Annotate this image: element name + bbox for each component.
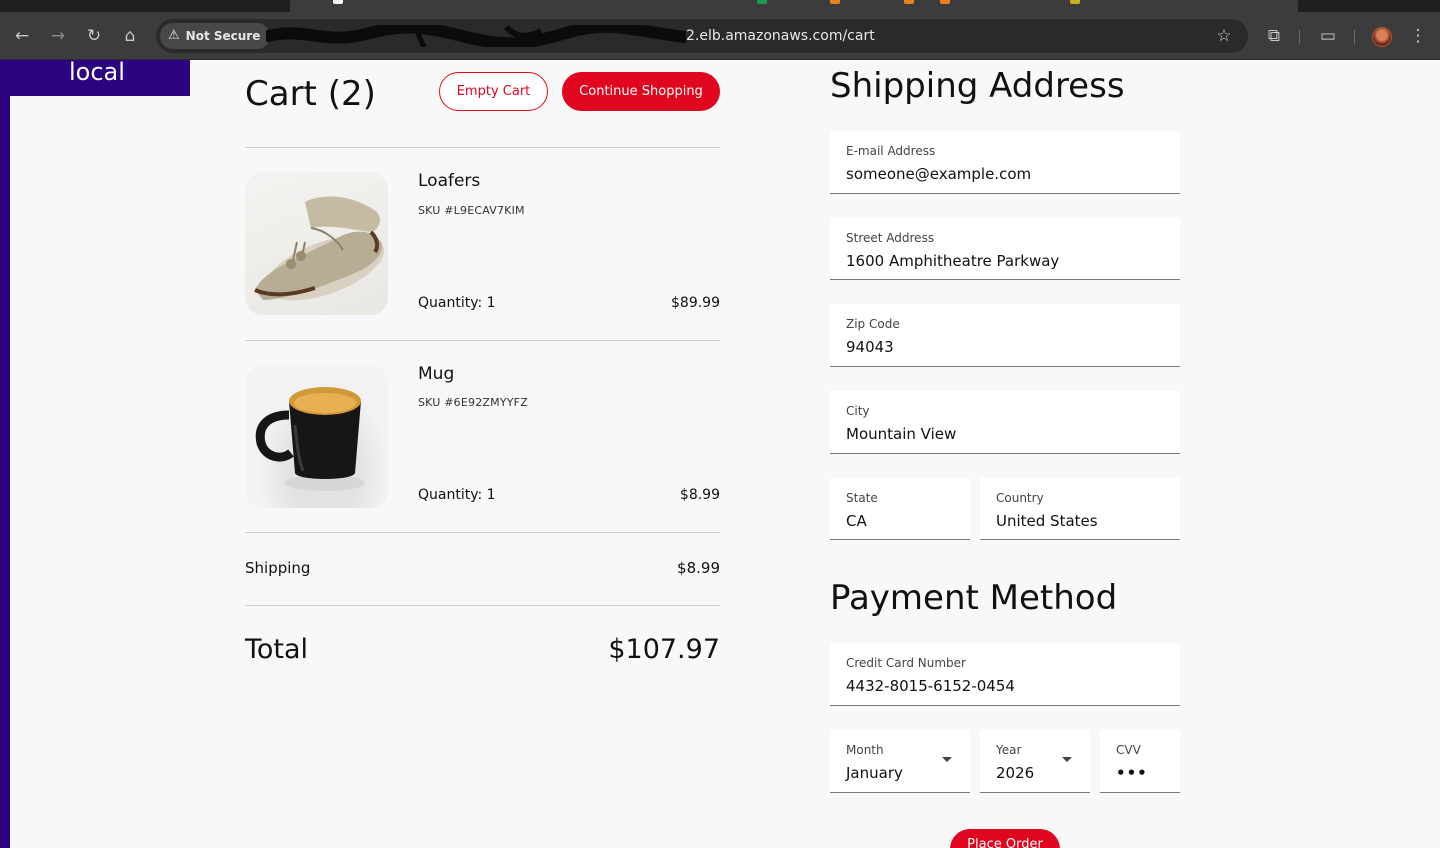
credit-card-field[interactable]: Credit Card Number 4432-8015-6152-0454 [830, 643, 1180, 706]
extensions-icon[interactable]: ⧉ [1260, 22, 1288, 50]
item-price: $89.99 [671, 295, 720, 311]
home-icon[interactable]: ⌂ [116, 22, 144, 50]
star-icon[interactable]: ☆ [1210, 22, 1238, 50]
tab-favicon-icon[interactable] [333, 0, 343, 4]
env-badge: local [0, 60, 190, 96]
month-select[interactable]: Month January [830, 730, 970, 793]
forward-icon[interactable]: → [44, 22, 72, 50]
year-select[interactable]: Year 2026 [980, 730, 1090, 793]
item-sku: SKU #L9ECAV7KIM [418, 204, 525, 217]
browser-toolbar: ← → ↻ ⌂ ⚠ Not Secure 2.elb.amazonaws.com… [0, 12, 1440, 60]
divider [245, 605, 720, 606]
active-tab[interactable] [290, 0, 1298, 12]
tab-strip [0, 0, 1440, 12]
city-value[interactable]: Mountain View [846, 425, 956, 443]
mug-icon [255, 387, 365, 491]
total-value: $107.97 [608, 634, 720, 665]
state-field[interactable]: State CA [830, 478, 970, 540]
toolbar-divider [1299, 30, 1300, 44]
total-label: Total [245, 634, 309, 665]
item-sku: SKU #6E92ZMYYFZ [418, 396, 528, 409]
email-label: E-mail Address [846, 144, 936, 158]
empty-cart-button[interactable]: Empty Cart [439, 72, 548, 111]
divider [245, 147, 720, 148]
street-address-field[interactable]: Street Address 1600 Amphitheatre Parkway [830, 218, 1180, 280]
back-icon[interactable]: ← [8, 22, 36, 50]
cvv-value[interactable]: ••• [1116, 764, 1148, 782]
year-label: Year [996, 743, 1022, 757]
security-label: Not Secure [185, 29, 261, 43]
card-value[interactable]: 4432-8015-6152-0454 [846, 677, 1015, 695]
tab-favicon-icon[interactable] [1070, 0, 1080, 4]
city-field[interactable]: City Mountain View [830, 391, 1180, 454]
loafers-image[interactable] [245, 172, 388, 315]
card-label: Credit Card Number [846, 656, 966, 670]
payment-method-title: Payment Method [830, 578, 1118, 618]
continue-shopping-button[interactable]: Continue Shopping [562, 72, 720, 111]
email-value[interactable]: someone@example.com [846, 165, 1031, 183]
address-bar[interactable]: ⚠ Not Secure 2.elb.amazonaws.com/cart ☆ [156, 19, 1248, 53]
item-price: $8.99 [679, 487, 720, 503]
chevron-down-icon[interactable] [1062, 757, 1072, 762]
country-field[interactable]: Country United States [980, 478, 1180, 540]
state-value[interactable]: CA [846, 512, 867, 530]
avatar[interactable] [1372, 27, 1392, 47]
month-value[interactable]: January [846, 764, 903, 782]
tab-favicon-icon[interactable] [940, 0, 950, 4]
zip-label: Zip Code [846, 317, 900, 331]
street-value[interactable]: 1600 Amphitheatre Parkway [846, 252, 1059, 270]
month-label: Month [846, 743, 884, 757]
tab-favicon-icon[interactable] [830, 0, 840, 4]
redaction-scribble [266, 25, 686, 47]
country-label: Country [996, 491, 1044, 505]
street-label: Street Address [846, 231, 935, 245]
item-quantity: Quantity: 1 [418, 295, 496, 311]
shipping-label: Shipping [245, 559, 311, 577]
year-value[interactable]: 2026 [996, 764, 1034, 782]
security-chip[interactable]: ⚠ Not Secure [160, 23, 271, 49]
cart-title: Cart (2) [245, 74, 376, 114]
item-name[interactable]: Mug [418, 364, 454, 384]
divider [245, 532, 720, 533]
menu-icon[interactable]: ⋮ [1404, 22, 1432, 50]
toolbar-divider [1354, 30, 1355, 44]
warning-icon: ⚠ [168, 28, 180, 43]
email-field[interactable]: E-mail Address someone@example.com [830, 131, 1180, 194]
loafer-shoe-icon [254, 196, 384, 301]
mug-image[interactable] [245, 365, 388, 508]
url-text: 2.elb.amazonaws.com/cart [686, 28, 875, 44]
state-label: State [846, 491, 878, 505]
tab-search-icon[interactable]: ▭ [1314, 22, 1342, 50]
item-name[interactable]: Loafers [418, 171, 480, 191]
cvv-field[interactable]: CVV ••• [1100, 730, 1180, 793]
city-label: City [846, 404, 870, 418]
reload-icon[interactable]: ↻ [80, 22, 108, 50]
place-order-button[interactable]: Place Order [950, 829, 1060, 848]
tab-favicon-icon[interactable] [757, 0, 767, 4]
item-quantity: Quantity: 1 [418, 487, 496, 503]
zip-code-field[interactable]: Zip Code 94043 [830, 304, 1180, 367]
tab-favicon-icon[interactable] [904, 0, 914, 4]
chevron-down-icon[interactable] [942, 757, 952, 762]
zip-value[interactable]: 94043 [846, 338, 894, 356]
country-value[interactable]: United States [996, 512, 1098, 530]
cvv-label: CVV [1116, 743, 1141, 757]
shipping-address-title: Shipping Address [830, 66, 1125, 106]
shipping-value: $8.99 [677, 559, 720, 577]
env-side-bar [0, 60, 10, 848]
divider [245, 340, 720, 341]
